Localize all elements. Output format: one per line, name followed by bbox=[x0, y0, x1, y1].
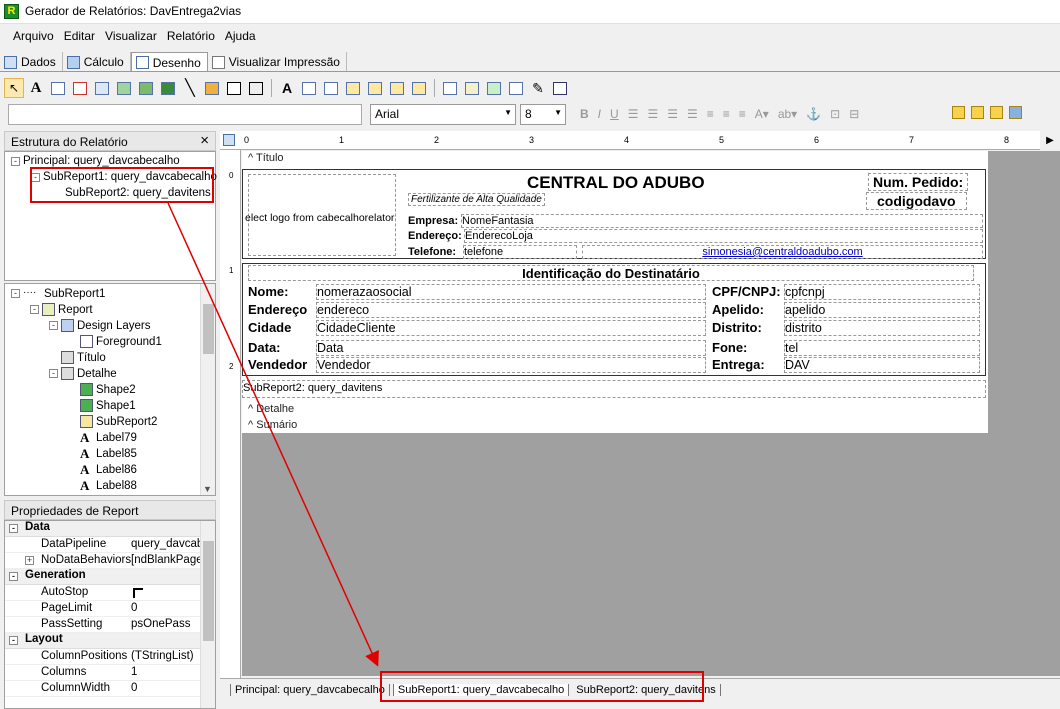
annotation-arrow bbox=[167, 202, 379, 667]
